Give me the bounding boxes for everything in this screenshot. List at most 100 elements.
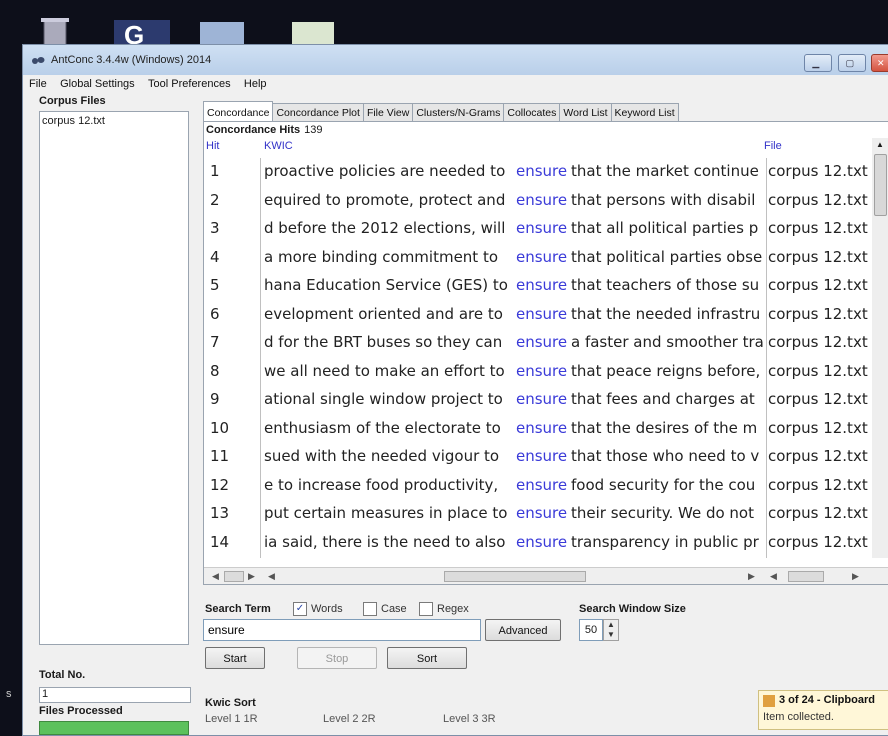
corpus-files-list[interactable]: corpus 12.txt <box>39 111 189 645</box>
tab-keyword-list[interactable]: Keyword List <box>610 103 679 123</box>
file-name[interactable]: corpus 12.txt <box>768 476 868 494</box>
keyword-link[interactable]: ensure <box>516 533 567 551</box>
file-name[interactable]: corpus 12.txt <box>768 276 868 294</box>
keyword-link[interactable]: ensure <box>516 419 567 437</box>
minimize-button[interactable]: ▁ <box>804 54 833 72</box>
file-name[interactable]: corpus 12.txt <box>768 248 868 266</box>
keyword-link[interactable]: ensure <box>516 162 567 180</box>
keyword-link[interactable]: ensure <box>516 219 567 237</box>
file-name[interactable]: corpus 12.txt <box>768 390 868 408</box>
corpus-file-item[interactable]: corpus 12.txt <box>40 112 188 130</box>
keyword-link[interactable]: ensure <box>516 248 567 266</box>
file-name[interactable]: corpus 12.txt <box>768 447 868 465</box>
scroll-left-icon[interactable]: ◀ <box>212 571 219 582</box>
file-name[interactable]: corpus 12.txt <box>768 219 868 237</box>
files-processed-label: Files Processed <box>39 705 123 717</box>
scroll-right-icon[interactable]: ▶ <box>248 571 255 582</box>
tab-word-list[interactable]: Word List <box>559 103 612 123</box>
search-window-size-value[interactable]: 50 <box>579 619 603 641</box>
total-no-value: 1 <box>39 687 191 703</box>
window-controls: ▁ ▢ ✕ <box>802 54 888 72</box>
level-2-value[interactable]: 2R <box>362 713 376 725</box>
clipboard-notification[interactable]: 3 of 24 - Clipboard Item collected. <box>758 690 888 730</box>
file-name[interactable]: corpus 12.txt <box>768 504 868 522</box>
keyword-link[interactable]: ensure <box>516 305 567 323</box>
scroll-up-icon[interactable]: ▲ <box>876 140 884 149</box>
scroll-right-icon[interactable]: ▶ <box>748 571 755 582</box>
hit-number: 1 <box>210 162 220 180</box>
file-name[interactable]: corpus 12.txt <box>768 333 868 351</box>
kwic-hscroll-thumb[interactable] <box>224 571 244 582</box>
concordance-row[interactable]: 9 ational single window project to ensure t… <box>206 386 868 412</box>
file-name[interactable]: corpus 12.txt <box>768 362 868 380</box>
concordance-row[interactable]: 8 we all need to make an effort to ensure t… <box>206 358 868 384</box>
keyword-link[interactable]: ensure <box>516 362 567 380</box>
tab-file-view[interactable]: File View <box>362 103 414 123</box>
tab-collocates[interactable]: Collocates <box>503 103 561 123</box>
file-name[interactable]: corpus 12.txt <box>768 162 868 180</box>
vertical-scrollbar[interactable]: ▲ <box>872 138 888 558</box>
concordance-row[interactable]: 7 d for the BRT buses so they can ensure a … <box>206 329 868 355</box>
stop-button[interactable]: Stop <box>297 647 377 669</box>
concordance-row[interactable]: 6 evelopment oriented and are to ensure tha… <box>206 301 868 327</box>
kwic-level-3[interactable]: Level 3 3R <box>443 713 496 725</box>
concordance-row[interactable]: 1 proactive policies are needed to ensure t… <box>206 158 868 184</box>
concordance-row[interactable]: 13 put certain measures in place to ensure… <box>206 500 868 526</box>
scroll-left-icon[interactable]: ◀ <box>268 571 275 582</box>
concordance-row[interactable]: 3 d before the 2012 elections, will ensure… <box>206 215 868 241</box>
advanced-button[interactable]: Advanced <box>485 619 561 641</box>
concordance-row[interactable]: 11 sued with the needed vigour to ensure th… <box>206 443 868 469</box>
keyword-link[interactable]: ensure <box>516 447 567 465</box>
left-context: put certain measures in place to <box>264 504 510 522</box>
horizontal-scrollbar[interactable]: ◀ ▶ ◀ ▶ ◀ ▶ <box>204 567 888 584</box>
regex-checkbox[interactable] <box>419 602 433 616</box>
scroll-right-icon[interactable]: ▶ <box>852 571 859 582</box>
file-name[interactable]: corpus 12.txt <box>768 305 868 323</box>
start-button[interactable]: Start <box>205 647 265 669</box>
keyword-link[interactable]: ensure <box>516 191 567 209</box>
concordance-row[interactable]: 10 enthusiasm of the electorate to ensure t… <box>206 415 868 441</box>
col-header-kwic[interactable]: KWIC <box>264 140 293 152</box>
kwic-level-2[interactable]: Level 2 2R <box>323 713 376 725</box>
concordance-row[interactable]: 2 equired to promote, protect and ensure th… <box>206 187 868 213</box>
window-size-spinner[interactable]: ▲ ▼ <box>603 619 619 641</box>
tab-clusters[interactable]: Clusters/N-Grams <box>412 103 505 123</box>
keyword-link[interactable]: ensure <box>516 333 567 351</box>
right-hscroll-thumb[interactable] <box>444 571 586 582</box>
file-name[interactable]: corpus 12.txt <box>768 533 868 551</box>
tab-concordance-plot[interactable]: Concordance Plot <box>272 103 364 123</box>
menu-tool-preferences[interactable]: Tool Preferences <box>142 75 235 90</box>
concordance-row[interactable]: 4 a more binding commitment to ensure that … <box>206 244 868 270</box>
search-term-input[interactable] <box>203 619 481 641</box>
file-name[interactable]: corpus 12.txt <box>768 191 868 209</box>
keyword-link[interactable]: ensure <box>516 476 567 494</box>
menu-file[interactable]: File <box>23 75 51 90</box>
left-context: sued with the needed vigour to <box>264 447 510 465</box>
file-hscroll-thumb[interactable] <box>788 571 824 582</box>
close-button[interactable]: ✕ <box>871 54 888 72</box>
keyword-link[interactable]: ensure <box>516 504 567 522</box>
right-context: that peace reigns before, <box>571 361 761 380</box>
sort-button[interactable]: Sort <box>387 647 467 669</box>
scroll-left-icon[interactable]: ◀ <box>770 571 777 582</box>
words-checkbox[interactable]: ✓ <box>293 602 307 616</box>
case-checkbox[interactable] <box>363 602 377 616</box>
keyword-link[interactable]: ensure <box>516 390 567 408</box>
concordance-row[interactable]: 12 e to increase food productivity, ensure… <box>206 472 868 498</box>
tab-concordance[interactable]: Concordance <box>203 101 274 123</box>
keyword-link[interactable]: ensure <box>516 276 567 294</box>
col-header-hit[interactable]: Hit <box>206 140 219 152</box>
level-1-value[interactable]: 1R <box>244 713 258 725</box>
file-name[interactable]: corpus 12.txt <box>768 419 868 437</box>
menu-global-settings[interactable]: Global Settings <box>54 75 139 90</box>
regex-label: Regex <box>437 603 469 615</box>
concordance-row[interactable]: 14 ia said, there is the need to also ensu… <box>206 529 868 555</box>
col-header-file[interactable]: File <box>764 140 782 152</box>
hit-number: 4 <box>210 247 220 266</box>
maximize-button[interactable]: ▢ <box>837 54 866 72</box>
concordance-row[interactable]: 5 hana Education Service (GES) to ensure th… <box>206 272 868 298</box>
menu-help[interactable]: Help <box>238 75 271 90</box>
kwic-level-1[interactable]: Level 1 1R <box>205 713 258 725</box>
vertical-scroll-thumb[interactable] <box>874 154 887 216</box>
level-3-value[interactable]: 3R <box>482 713 496 725</box>
